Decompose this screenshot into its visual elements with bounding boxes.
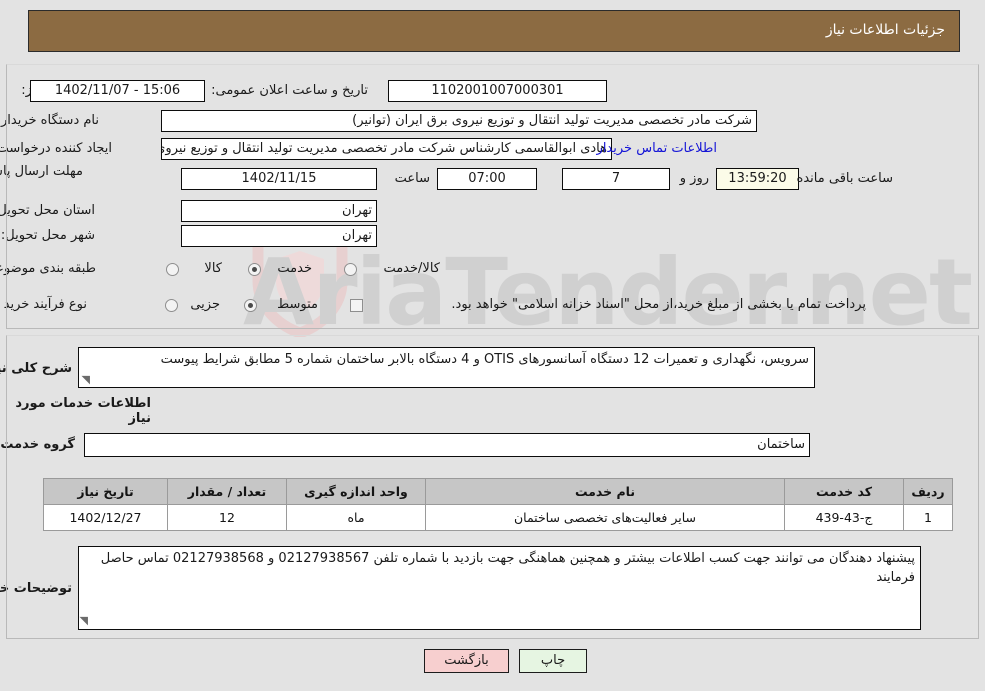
cell-unit: ماه	[286, 504, 426, 531]
services-table: ردیف کد خدمت نام خدمت واحد اندازه گیری ت…	[43, 478, 953, 531]
col-quantity: تعداد / مقدار	[167, 478, 287, 505]
cell-service-code: ج-43-439	[784, 504, 904, 531]
page-header-bar: جزئیات اطلاعات نیاز	[28, 10, 960, 52]
table-header-row: ردیف کد خدمت نام خدمت واحد اندازه گیری ت…	[43, 478, 953, 505]
print-button[interactable]: چاپ	[519, 649, 587, 673]
table-row: 1 ج-43-439 سایر فعالیت‌های تخصصی ساختمان…	[43, 504, 953, 531]
page-title: جزئیات اطلاعات نیاز	[825, 22, 945, 38]
col-service-name: نام خدمت	[425, 478, 785, 505]
cell-row-no: 1	[903, 504, 953, 531]
cell-service-name: سایر فعالیت‌های تخصصی ساختمان	[425, 504, 785, 531]
col-service-code: کد خدمت	[784, 478, 904, 505]
col-need-date: تاریخ نیاز	[43, 478, 168, 505]
cell-quantity: 12	[167, 504, 287, 531]
need-info-panel	[6, 64, 979, 329]
page-root: AriaTender.net جزئیات اطلاعات نیاز شماره…	[0, 0, 985, 691]
col-row-no: ردیف	[903, 478, 953, 505]
cell-need-date: 1402/12/27	[43, 504, 168, 531]
back-button[interactable]: بازگشت	[424, 649, 509, 673]
col-unit: واحد اندازه گیری	[286, 478, 426, 505]
